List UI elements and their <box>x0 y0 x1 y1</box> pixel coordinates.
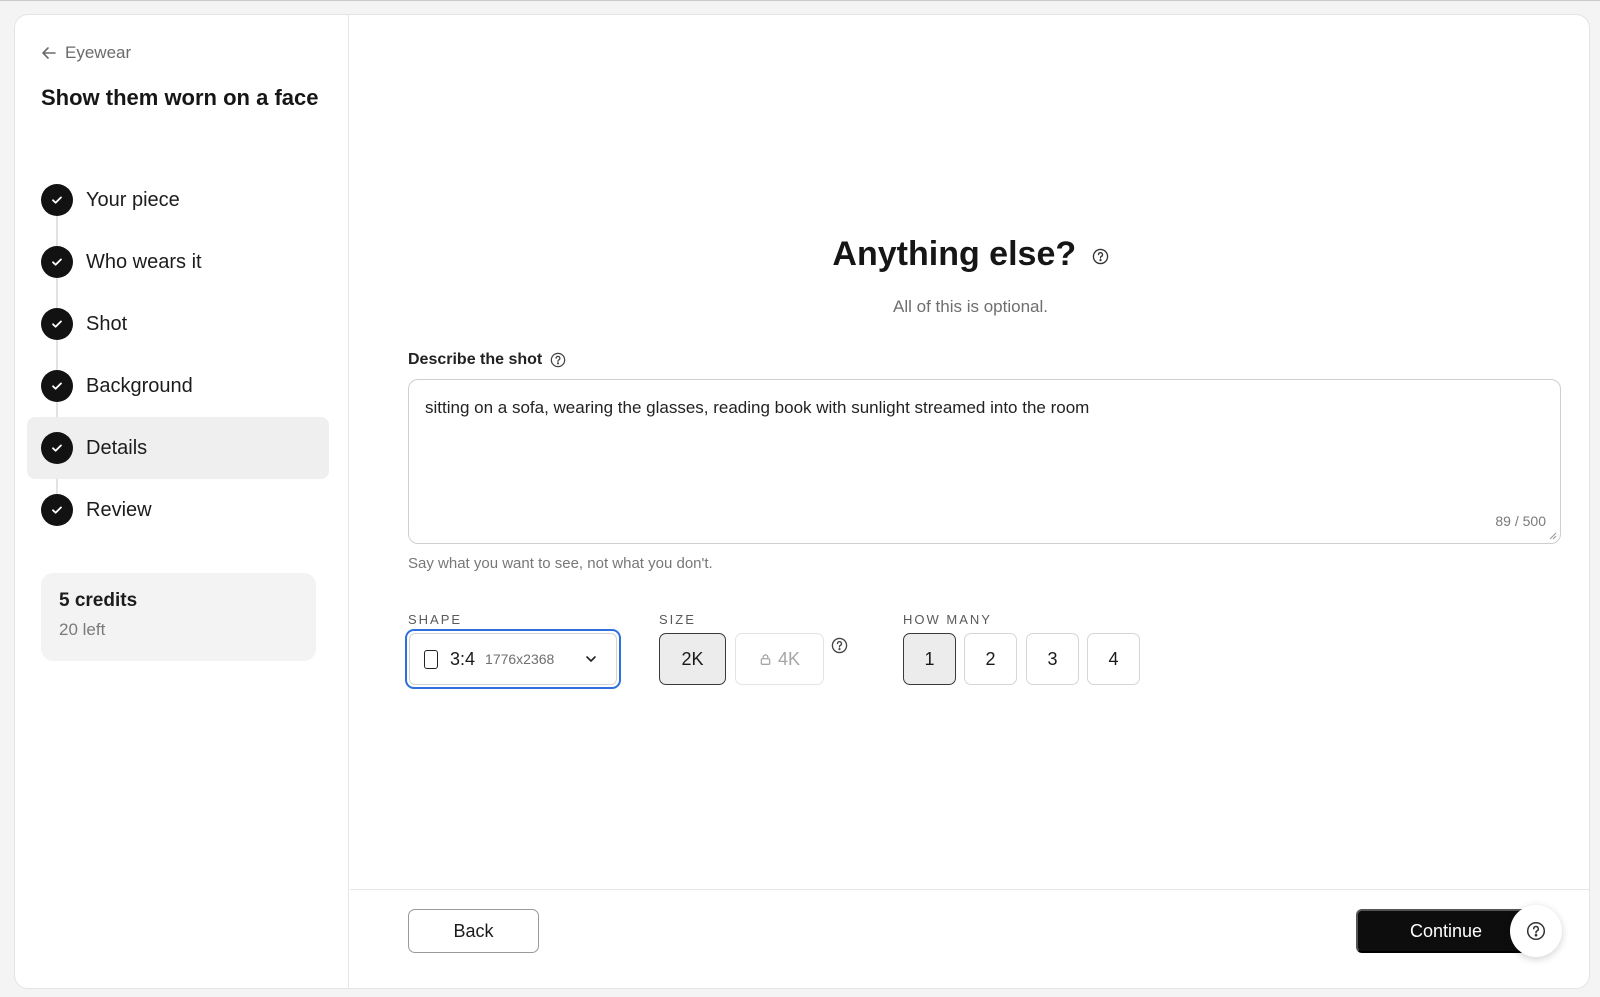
help-circle-icon[interactable] <box>550 352 566 368</box>
how-many-option-4[interactable]: 4 <box>1087 633 1140 685</box>
check-icon <box>41 308 73 340</box>
continue-button[interactable]: Continue <box>1356 909 1536 953</box>
step-shot[interactable]: Shot <box>27 293 329 355</box>
check-icon <box>41 432 73 464</box>
app-frame: Eyewear Show them worn on a face Your pi… <box>14 14 1590 989</box>
check-icon <box>41 370 73 402</box>
step-label: Review <box>86 498 152 521</box>
describe-textarea[interactable]: sitting on a sofa, wearing the glasses, … <box>408 379 1561 544</box>
step-details[interactable]: Details <box>27 417 329 479</box>
describe-label-text: Describe the shot <box>408 351 543 368</box>
how-many-option-2[interactable]: 2 <box>964 633 1017 685</box>
how-many-option-1[interactable]: 1 <box>903 633 956 685</box>
step-your-piece[interactable]: Your piece <box>27 169 329 231</box>
resize-grip-icon[interactable] <box>1547 530 1557 540</box>
size-label: SIZE <box>659 612 696 627</box>
help-circle-icon[interactable] <box>831 637 848 654</box>
page-subtitle: All of this is optional. <box>893 297 1048 316</box>
help-button[interactable] <box>1510 905 1562 957</box>
step-label: Details <box>86 436 148 459</box>
sidebar: Eyewear Show them worn on a face Your pi… <box>15 15 349 988</box>
character-count: 89 / 500 <box>1495 513 1546 529</box>
describe-hint: Say what you want to see, not what you d… <box>408 555 713 572</box>
credits-remaining: 20 left <box>59 620 106 639</box>
lock-icon <box>760 653 771 665</box>
step-label: Your piece <box>86 188 180 211</box>
step-label: Background <box>86 374 193 397</box>
shape-select-inner[interactable]: 3:4 1776x2368 <box>409 633 617 685</box>
help-circle-icon[interactable] <box>1092 248 1109 265</box>
shape-ratio: 3:4 <box>450 648 476 669</box>
shape-label: SHAPE <box>408 612 463 627</box>
how-many-option-3[interactable]: 3 <box>1026 633 1079 685</box>
shape-select[interactable]: 3:4 1776x2368 <box>405 629 621 689</box>
step-label: Shot <box>86 312 128 335</box>
check-icon <box>41 494 73 526</box>
check-icon <box>41 246 73 278</box>
step-review[interactable]: Review <box>27 479 329 541</box>
back-link[interactable]: Eyewear <box>41 43 131 63</box>
describe-value: sitting on a sofa, wearing the glasses, … <box>425 398 1090 417</box>
step-list: Your piece Who wears it Shot Background <box>27 169 329 541</box>
flow-title: Show them worn on a face <box>41 85 319 110</box>
size-option-4k[interactable]: 4K <box>735 633 824 685</box>
portrait-rect-icon <box>424 649 438 669</box>
back-link-label: Eyewear <box>65 43 132 62</box>
check-icon <box>41 184 73 216</box>
page-title-text: Anything else? <box>832 235 1077 273</box>
arrow-left-icon <box>42 47 56 59</box>
how-many-option-label: 2 <box>985 648 996 669</box>
how-many-label: HOW MANY <box>903 612 992 627</box>
credits-amount: 5 credits <box>59 590 138 611</box>
describe-label: Describe the shot <box>408 351 566 369</box>
step-label: Who wears it <box>86 250 202 273</box>
size-option-2k[interactable]: 2K <box>659 633 726 685</box>
back-button[interactable]: Back <box>408 909 539 953</box>
how-many-option-label: 3 <box>1047 648 1058 669</box>
chevron-down-icon <box>586 656 597 662</box>
page-title: Anything else? <box>350 235 1589 274</box>
step-who-wears-it[interactable]: Who wears it <box>27 231 329 293</box>
how-many-option-label: 4 <box>1108 648 1119 669</box>
shape-dimensions: 1776x2368 <box>485 651 555 667</box>
credits-card: 5 credits 20 left <box>41 573 316 661</box>
step-background[interactable]: Background <box>27 355 329 417</box>
size-option-label: 2K <box>681 648 704 669</box>
footer-bar: Back Continue <box>350 889 1589 988</box>
main-panel: Anything else? All of this is optional. … <box>350 15 1589 988</box>
size-option-label: 4K <box>777 648 801 669</box>
how-many-option-label: 1 <box>924 648 935 669</box>
top-border <box>0 0 1600 1</box>
help-circle-icon <box>1526 921 1546 941</box>
